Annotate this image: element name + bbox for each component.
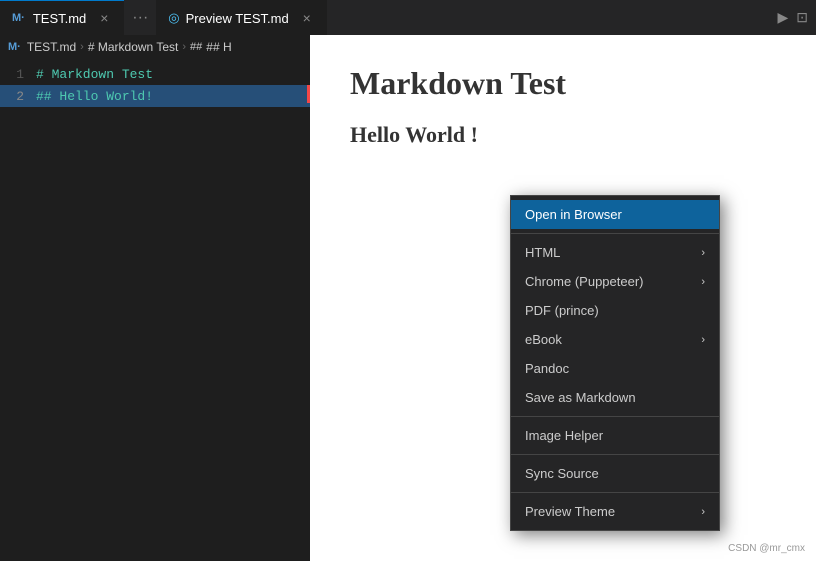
editor-tab-label: TEST.md (33, 11, 86, 26)
editor-line-2: 2 ## Hello World! (0, 85, 310, 107)
menu-label-preview-theme: Preview Theme (525, 504, 615, 519)
line-number-1: 1 (0, 67, 36, 82)
breadcrumb-hash-icon: ## (190, 41, 202, 53)
preview-tab-close[interactable]: × (299, 10, 315, 26)
menu-item-save-markdown[interactable]: Save as Markdown (511, 383, 719, 412)
preview-heading-1: Markdown Test (350, 65, 776, 102)
menu-label-open-browser: Open in Browser (525, 207, 622, 222)
line-content-1: # Markdown Test (36, 67, 153, 82)
menu-item-open-browser[interactable]: Open in Browser (511, 200, 719, 229)
menu-item-html[interactable]: HTML › (511, 238, 719, 267)
breadcrumb-sep-1: › (80, 41, 84, 53)
editor-tab[interactable]: M· TEST.md × (0, 0, 124, 35)
editor-panel: M· TEST.md › # Markdown Test › ## ## H 1… (0, 35, 310, 561)
run-icon[interactable]: ▶ (777, 9, 788, 26)
preview-theme-arrow-icon: › (701, 506, 705, 518)
menu-item-pdf[interactable]: PDF (prince) (511, 296, 719, 325)
line-content-2: ## Hello World! (36, 89, 153, 104)
breadcrumb-h2[interactable]: ## H (206, 40, 231, 54)
tab-bar: M· TEST.md × ··· ◎ Preview TEST.md × ▶ ⊡ (0, 0, 816, 35)
html-arrow-icon: › (701, 247, 705, 259)
breadcrumb-h1[interactable]: # Markdown Test (88, 40, 179, 54)
chrome-arrow-icon: › (701, 276, 705, 288)
menu-label-image-helper: Image Helper (525, 428, 603, 443)
menu-label-chrome: Chrome (Puppeteer) (525, 274, 644, 289)
menu-sep-4 (511, 492, 719, 493)
menu-label-save-markdown: Save as Markdown (525, 390, 636, 405)
menu-item-chrome[interactable]: Chrome (Puppeteer) › (511, 267, 719, 296)
editor-tab-close[interactable]: × (96, 10, 112, 26)
breadcrumb-file[interactable]: TEST.md (27, 40, 76, 54)
menu-label-pdf: PDF (prince) (525, 303, 599, 318)
main-area: M· TEST.md › # Markdown Test › ## ## H 1… (0, 35, 816, 561)
line-number-2: 2 (0, 89, 36, 104)
menu-label-ebook: eBook (525, 332, 562, 347)
preview-tab-label: Preview TEST.md (186, 11, 289, 26)
preview-tab-icon: ◎ (168, 10, 179, 26)
preview-tab[interactable]: ◎ Preview TEST.md × (156, 0, 326, 35)
context-menu: Open in Browser HTML › Chrome (Puppeteer… (510, 195, 720, 531)
menu-item-sync-source[interactable]: Sync Source (511, 459, 719, 488)
menu-item-image-helper[interactable]: Image Helper (511, 421, 719, 450)
menu-sep-1 (511, 233, 719, 234)
menu-label-sync-source: Sync Source (525, 466, 599, 481)
preview-panel: Markdown Test Hello World ! Open in Brow… (310, 35, 816, 561)
watermark: CSDN @mr_cmx (725, 542, 808, 555)
editor-content[interactable]: 1 # Markdown Test 2 ## Hello World! (0, 59, 310, 561)
menu-sep-2 (511, 416, 719, 417)
editor-lines: 1 # Markdown Test 2 ## Hello World! (0, 59, 310, 111)
editor-tab-more[interactable]: ··· (124, 9, 156, 27)
menu-label-html: HTML (525, 245, 560, 260)
tab-right-icons: ▶ ⊡ (769, 9, 816, 26)
ebook-arrow-icon: › (701, 334, 705, 346)
menu-item-ebook[interactable]: eBook › (511, 325, 719, 354)
breadcrumb-md-icon: M· (8, 41, 21, 53)
breadcrumb: M· TEST.md › # Markdown Test › ## ## H (0, 35, 310, 59)
menu-label-pandoc: Pandoc (525, 361, 569, 376)
md-file-icon: M· (12, 12, 25, 24)
menu-sep-3 (511, 454, 719, 455)
menu-item-pandoc[interactable]: Pandoc (511, 354, 719, 383)
menu-item-preview-theme[interactable]: Preview Theme › (511, 497, 719, 526)
breadcrumb-sep-2: › (182, 41, 186, 53)
editor-line-1: 1 # Markdown Test (0, 63, 310, 85)
split-editor-icon[interactable]: ⊡ (796, 9, 808, 26)
preview-heading-2: Hello World ! (350, 122, 776, 148)
